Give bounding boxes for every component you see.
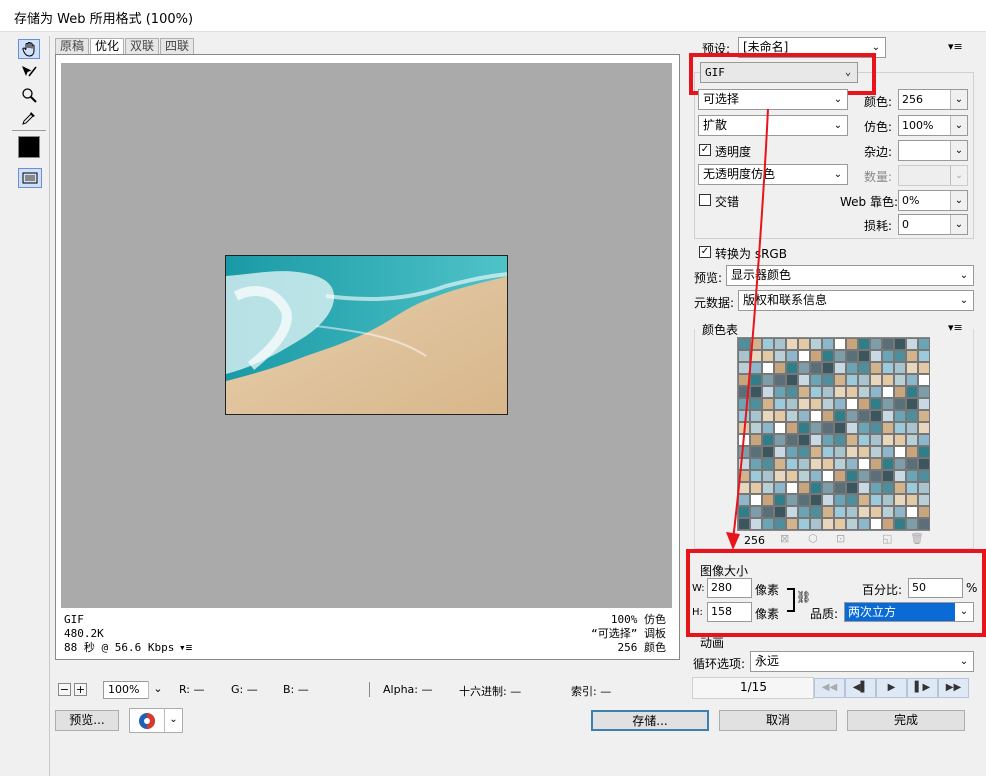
annotation-arrow — [726, 108, 769, 550]
title-bar: 存储为 Web 所用格式 (100%) — [0, 0, 986, 32]
dialog-body: 原稿 优化 双联 四联 GIF 480.2K 88 秒 @ 56.6 Kbps … — [0, 32, 986, 776]
window-title: 存储为 Web 所用格式 (100%) — [14, 12, 194, 27]
